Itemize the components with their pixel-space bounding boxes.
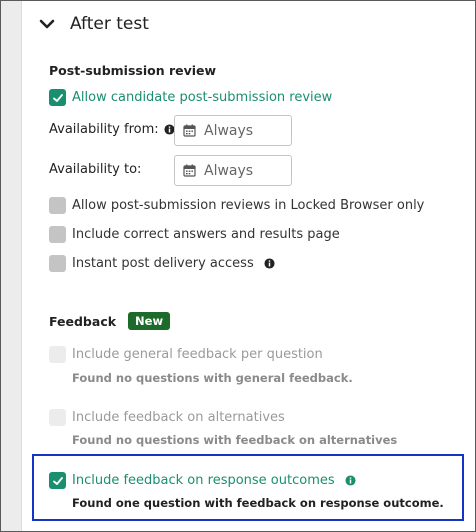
highlight-box — [32, 454, 464, 521]
section-title: After test — [70, 14, 149, 34]
instant-access-checkbox[interactable] — [49, 255, 66, 272]
locked-browser-checkbox[interactable] — [49, 197, 66, 214]
availability-to-label-wrap: Availability to: — [49, 162, 141, 177]
window-frame: After test Post-submission review Allow … — [0, 0, 476, 532]
alternatives-feedback-checkbox — [49, 409, 66, 426]
settings-panel: After test Post-submission review Allow … — [21, 1, 475, 531]
availability-from-label-wrap: Availability from: — [49, 122, 175, 137]
allow-review-checkbox[interactable] — [49, 89, 66, 106]
availability-from-input[interactable]: Always — [174, 115, 292, 146]
info-icon[interactable] — [264, 258, 275, 269]
general-feedback-label: Include general feedback per question — [72, 347, 323, 362]
general-feedback-checkbox — [49, 346, 66, 363]
check-icon — [52, 93, 63, 102]
allow-review-label: Allow candidate post-submission review — [72, 90, 333, 105]
correct-answers-checkbox[interactable] — [49, 226, 66, 243]
locked-browser-label: Allow post-submission reviews in Locked … — [72, 198, 425, 213]
availability-from-value: Always — [204, 122, 254, 139]
calendar-icon — [183, 164, 196, 177]
availability-to-input[interactable]: Always — [174, 155, 292, 186]
instant-access-label: Instant post delivery access — [72, 256, 254, 271]
feedback-heading-row: Feedback New — [49, 312, 171, 330]
info-icon[interactable] — [164, 124, 175, 135]
alternatives-feedback-option: Include feedback on alternatives — [49, 409, 285, 426]
availability-to-label: Availability to: — [49, 162, 142, 177]
locked-browser-option[interactable]: Allow post-submission reviews in Locked … — [49, 197, 424, 214]
alternatives-feedback-label: Include feedback on alternatives — [72, 410, 285, 425]
correct-answers-label: Include correct answers and results page — [72, 227, 340, 242]
chevron-down-icon — [39, 19, 55, 29]
availability-to-value: Always — [204, 162, 254, 179]
after-test-section-toggle[interactable]: After test — [38, 11, 149, 37]
availability-from-label: Availability from: — [49, 122, 159, 137]
correct-answers-option[interactable]: Include correct answers and results page — [49, 226, 340, 243]
calendar-icon — [183, 124, 196, 137]
new-badge: New — [128, 312, 171, 330]
feedback-heading: Feedback — [49, 313, 117, 329]
general-feedback-note: Found no questions with general feedback… — [72, 371, 353, 385]
allow-review-option[interactable]: Allow candidate post-submission review — [49, 89, 332, 106]
alternatives-feedback-note: Found no questions with feedback on alte… — [72, 433, 398, 447]
post-submission-review-heading: Post-submission review — [49, 63, 217, 78]
general-feedback-option: Include general feedback per question — [49, 346, 323, 363]
instant-access-option[interactable]: Instant post delivery access — [49, 255, 275, 272]
